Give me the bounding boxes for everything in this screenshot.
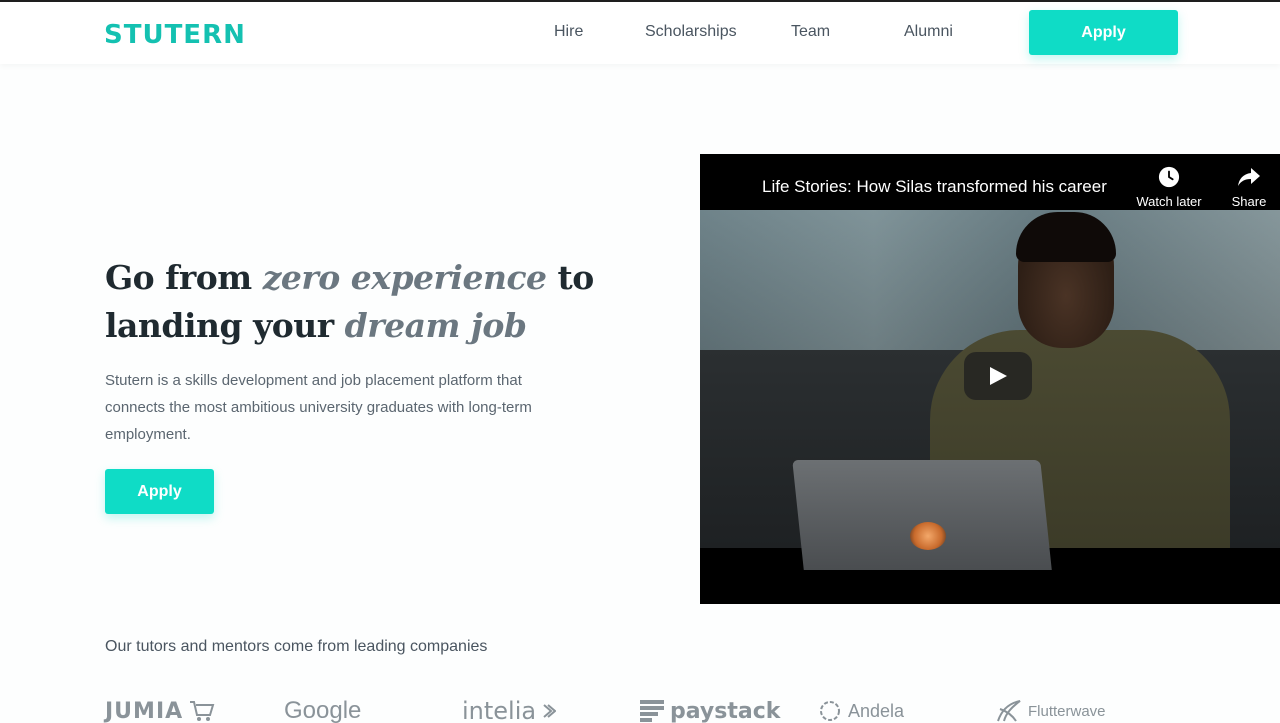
share-arrow-icon: [1238, 168, 1260, 186]
nav-link-scholarships[interactable]: Scholarships: [645, 23, 737, 41]
google-wordmark: Google: [284, 697, 362, 723]
partner-logo-intelia: intelia: [462, 696, 557, 723]
video-title[interactable]: Life Stories: How Silas transformed his …: [762, 177, 1132, 197]
play-button[interactable]: [964, 352, 1032, 400]
andela-wordmark: Andela: [848, 700, 905, 721]
flutterwave-wordmark: Flutterwave: [1028, 702, 1106, 720]
hero-title-emphasis-2: dream job: [344, 306, 527, 345]
nav-link-alumni[interactable]: Alumni: [904, 23, 953, 41]
intelia-wordmark: intelia: [462, 697, 537, 723]
share-button[interactable]: Share: [1209, 166, 1280, 209]
partner-logo-paystack: paystack: [640, 696, 780, 723]
stutern-logo[interactable]: STUTERN: [104, 20, 246, 50]
nav-link-hire[interactable]: Hire: [554, 23, 583, 41]
partner-logo-flutterwave: Flutterwave: [996, 696, 1106, 723]
paystack-wordmark: paystack: [670, 698, 781, 723]
play-icon: [990, 367, 1007, 385]
partner-logo-google: Google: [284, 696, 361, 723]
nav-apply-button[interactable]: Apply: [1029, 10, 1178, 55]
hero-title-text-1: Go from: [105, 258, 263, 297]
share-label: Share: [1231, 194, 1267, 209]
paystack-bars-icon: [640, 700, 664, 722]
nav-link-team[interactable]: Team: [791, 23, 830, 41]
hero-title: Go from zero experience to landing your …: [105, 254, 625, 350]
partners-heading: Our tutors and mentors come from leading…: [105, 638, 488, 655]
thumbnail-laptop: [792, 460, 1052, 570]
partner-logo-jumia: JUMIA: [105, 696, 215, 723]
hero-apply-button[interactable]: Apply: [105, 469, 214, 514]
video-player[interactable]: Life Stories: How Silas transformed his …: [700, 154, 1280, 604]
jumia-wordmark: JUMIA: [105, 698, 184, 723]
andela-icon: [820, 701, 840, 721]
hero-title-emphasis-1: zero experience: [262, 258, 547, 297]
thumbnail-laptop-logo: [910, 522, 946, 550]
watch-later-button[interactable]: Watch later: [1129, 166, 1209, 209]
intelia-chevron-icon: [543, 704, 557, 718]
top-navbar: STUTERN Hire Scholarships Team Alumni Ap…: [0, 2, 1280, 64]
cart-icon: [190, 701, 215, 721]
partner-logo-andela: Andela: [818, 696, 904, 723]
flutterwave-icon: [997, 700, 1021, 722]
hero-description: Stutern is a skills development and job …: [105, 372, 532, 443]
watch-later-label: Watch later: [1136, 194, 1202, 209]
clock-icon: [1158, 166, 1180, 188]
